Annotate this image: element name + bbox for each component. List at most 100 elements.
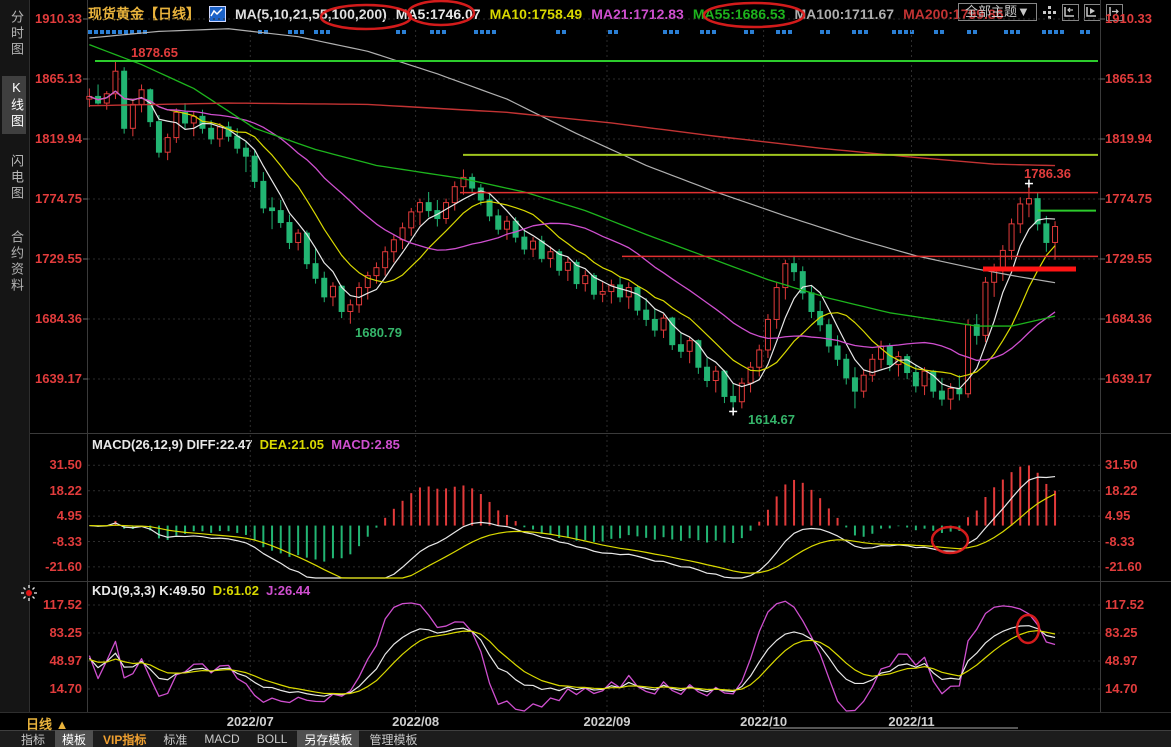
event-marker-dot [1048,30,1052,34]
tab-boll[interactable]: BOLL [250,731,295,747]
sidebar-item-flash-chart[interactable]: 闪电图 [2,150,26,206]
price-axis-label-left: 1865.13 [30,71,82,86]
event-marker-dot [320,30,324,34]
pan-crosshair-icon[interactable] [1042,5,1057,20]
event-marker-dot [1042,30,1046,34]
date-axis-label: 2022/08 [376,714,456,729]
indicator-chart-icon[interactable] [209,6,226,22]
macd-panel-label: MACD(26,12,9) DIFF:22.47 DEA:21.05 MACD:… [92,437,400,452]
macd-axis-label-right: -21.60 [1105,559,1167,574]
event-marker-dot [294,30,298,34]
event-marker-dot [430,30,434,34]
event-marker-dot [562,30,566,34]
event-marker-dot [1004,30,1008,34]
ma10-value: MA10:1758.49 [490,6,583,22]
event-marker-dot [898,30,902,34]
macd-axis-label-left: 18.22 [30,483,82,498]
date-axis-label: 2022/07 [210,714,290,729]
macd-axis-label-left: -8.33 [30,534,82,549]
event-marker-dot [1054,30,1058,34]
kdj-axis-label-right: 117.52 [1105,597,1167,612]
ma55-value: MA55:1686.53 [693,6,786,22]
event-marker-dot [864,30,868,34]
macd-axis-label-right: 4.95 [1105,508,1167,523]
event-marker-dot [1016,30,1020,34]
kdj-panel-label: KDJ(9,3,3) K:49.50 D:61.02 J:26.44 [92,583,310,598]
kdj-axis-label-left: 117.52 [30,597,82,612]
event-marker-dot [442,30,446,34]
event-marker-dot [474,30,478,34]
event-marker-dot [300,30,304,34]
event-marker-dot [712,30,716,34]
event-marker-dot [480,30,484,34]
event-marker-dot [556,30,560,34]
event-marker-dot [436,30,440,34]
price-axis-label-right: 1684.36 [1105,311,1167,326]
event-marker-dot [858,30,862,34]
ma21-value: MA21:1712.83 [591,6,684,22]
macd-axis-label-right: -8.33 [1105,534,1167,549]
event-marker-dot [904,30,908,34]
event-marker-dot [106,30,110,34]
event-marker-dot [396,30,400,34]
kdj-axis-label-right: 14.70 [1105,681,1167,696]
compress-xaxis-icon[interactable] [1062,4,1079,21]
main-chart-area[interactable] [88,30,1100,712]
macd-axis-label-left: -21.60 [30,559,82,574]
kdj-axis-label-left: 14.70 [30,681,82,696]
price-axis-label-right: 1865.13 [1105,71,1167,86]
price-axis-label-left: 1729.55 [30,251,82,266]
macd-axis-label-left: 4.95 [30,508,82,523]
event-marker-dot [112,30,116,34]
event-marker-dot [100,30,104,34]
event-marker-dot [788,30,792,34]
event-marker-dot [1060,30,1064,34]
event-marker-dot [402,30,406,34]
event-marker-dot [700,30,704,34]
tab-manage-templates[interactable]: 管理模板 [362,730,424,747]
event-marker-dot [744,30,748,34]
ma100-value: MA100:1711.67 [794,6,894,22]
theme-dropdown-button[interactable]: 全部主题▼ [958,3,1037,21]
price-axis-label-right: 1729.55 [1105,251,1167,266]
tab-macd[interactable]: MACD [197,731,246,747]
event-marker-dot [776,30,780,34]
tab-vip-indicators[interactable]: VIP指标 [96,730,153,747]
header-toolbar: 全部主题▼ [958,3,1123,21]
event-marker-dot [314,30,318,34]
symbol-name: 现货黄金【日线】 [88,4,200,24]
event-marker-dot [137,30,141,34]
event-marker-dot [94,30,98,34]
chart-header: 现货黄金【日线】 MA(5,10,21,55,100,200) MA5:1746… [88,3,1004,25]
event-marker-dot [130,30,134,34]
sidebar-item-time-chart[interactable]: 分时图 [2,6,26,62]
event-marker-dot [492,30,496,34]
price-axis-label-left: 1819.94 [30,131,82,146]
price-axis-label-left: 1774.75 [30,191,82,206]
price-axis-label-right: 1910.33 [1105,11,1167,26]
event-marker-dot [934,30,938,34]
macd-axis-label-right: 18.22 [1105,483,1167,498]
date-axis-label: 2022/09 [567,714,647,729]
event-marker-dot [852,30,856,34]
tab-save-template[interactable]: 另存模板 [297,730,359,747]
event-marker-dot [940,30,944,34]
event-marker-dot [706,30,710,34]
h-scrollbar-thumb[interactable] [770,727,1018,729]
event-marker-dot [892,30,896,34]
event-marker-dot [669,30,673,34]
tab-standard[interactable]: 标准 [156,730,194,747]
sidebar-item-contract-info[interactable]: 合约资料 [2,226,26,298]
event-marker-dot [486,30,490,34]
sidebar-item-kline-chart[interactable]: K线图 [2,76,26,134]
expand-xaxis-icon[interactable] [1084,4,1101,21]
event-marker-dot [124,30,128,34]
period-selector[interactable]: 日线 ▲ [26,714,68,733]
ma5-value: MA5:1746.07 [396,6,481,22]
event-marker-dot [973,30,977,34]
event-marker-dot [782,30,786,34]
price-axis-label-right: 1774.75 [1105,191,1167,206]
event-marker-dot [1080,30,1084,34]
price-axis-label-left: 1910.33 [30,11,82,26]
event-marker-dot [326,30,330,34]
